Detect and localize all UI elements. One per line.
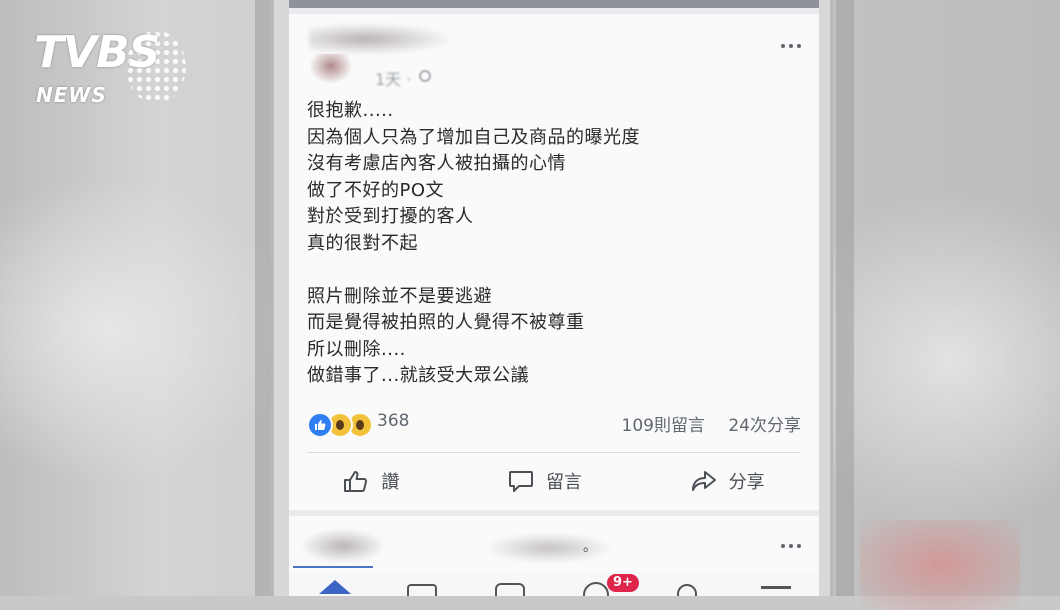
comment-button[interactable]: 留言	[496, 464, 594, 498]
blurred-avatar	[303, 530, 383, 562]
share-label: 分享	[728, 472, 765, 493]
bottom-navigation-bar: 9+	[289, 572, 819, 596]
logo-brand-text: TVBS	[34, 27, 160, 78]
reaction-count[interactable]: 368	[377, 411, 409, 431]
post-line: 對於受到打擾的客人	[307, 206, 474, 227]
phone-frame: 1天 · 很抱歉..... 因為個人只為了增加自己及商品的曝光度 沒有考慮店內客…	[271, 0, 833, 596]
more-options-icon[interactable]	[781, 42, 805, 50]
blurred-avatar	[309, 54, 353, 84]
post-body-text: 很抱歉..... 因為個人只為了增加自己及商品的曝光度 沒有考慮店內客人被拍攝的…	[307, 98, 640, 390]
more-options-icon[interactable]	[781, 542, 805, 550]
globe-icon	[419, 70, 431, 82]
like-button[interactable]: 讚	[331, 464, 411, 498]
link-underline	[293, 566, 373, 568]
post-line: 做錯事了...就該受大眾公議	[307, 365, 530, 386]
post-timestamp: 1天 ·	[375, 70, 412, 89]
post-line: 做了不好的PO文	[307, 179, 445, 201]
post-line: 沒有考慮店內客人被拍攝的心情	[307, 153, 566, 174]
reactions-summary: 368 109則留言 24次分享	[307, 410, 801, 438]
comment-label: 留言	[545, 472, 582, 493]
divider	[307, 452, 801, 453]
like-reaction-icon	[307, 412, 333, 438]
post-line: 所以刪除....	[307, 338, 406, 360]
facebook-feed: 1天 · 很抱歉..... 因為個人只為了增加自己及商品的曝光度 沒有考慮店內客…	[289, 0, 819, 596]
home-icon[interactable]	[319, 580, 351, 594]
post-line: 因為個人只為了增加自己及商品的曝光度	[307, 126, 640, 148]
notifications-bell-icon[interactable]	[677, 584, 697, 596]
previous-post-edge	[289, 0, 819, 8]
post-line: 照片刪除並不是要逃避	[307, 285, 492, 307]
post-line	[307, 257, 640, 284]
share-arrow-icon	[691, 471, 716, 491]
post-line: 很抱歉.....	[307, 100, 394, 121]
post-line: 真的很對不起	[307, 232, 418, 254]
tvbs-logo: TVBS NEWS	[34, 30, 194, 110]
post-card: 1天 · 很抱歉..... 因為個人只為了增加自己及商品的曝光度 沒有考慮店內客…	[289, 14, 819, 510]
comment-count[interactable]: 109則留言	[622, 411, 705, 436]
blurred-red-spot	[860, 520, 1020, 610]
blurred-author-name	[309, 24, 449, 54]
logo-news-text: NEWS	[36, 83, 107, 107]
groups-icon[interactable]	[583, 582, 609, 596]
comment-bubble-icon	[508, 471, 533, 492]
like-label: 讚	[381, 472, 400, 493]
watch-video-icon[interactable]	[407, 584, 437, 596]
share-count[interactable]: 24次分享	[728, 411, 801, 436]
marketplace-icon[interactable]	[495, 583, 525, 596]
post-action-bar: 讚 留言 分享	[289, 462, 819, 500]
menu-icon[interactable]	[761, 586, 791, 589]
blurred-edge-right	[836, 0, 854, 596]
post-text-fragment: 。	[583, 539, 597, 555]
share-button[interactable]: 分享	[679, 464, 777, 498]
thumbs-up-icon	[344, 471, 368, 492]
post-line: 而是覺得被拍照的人覺得不被尊重	[307, 312, 585, 333]
notification-badge: 9+	[607, 574, 639, 592]
